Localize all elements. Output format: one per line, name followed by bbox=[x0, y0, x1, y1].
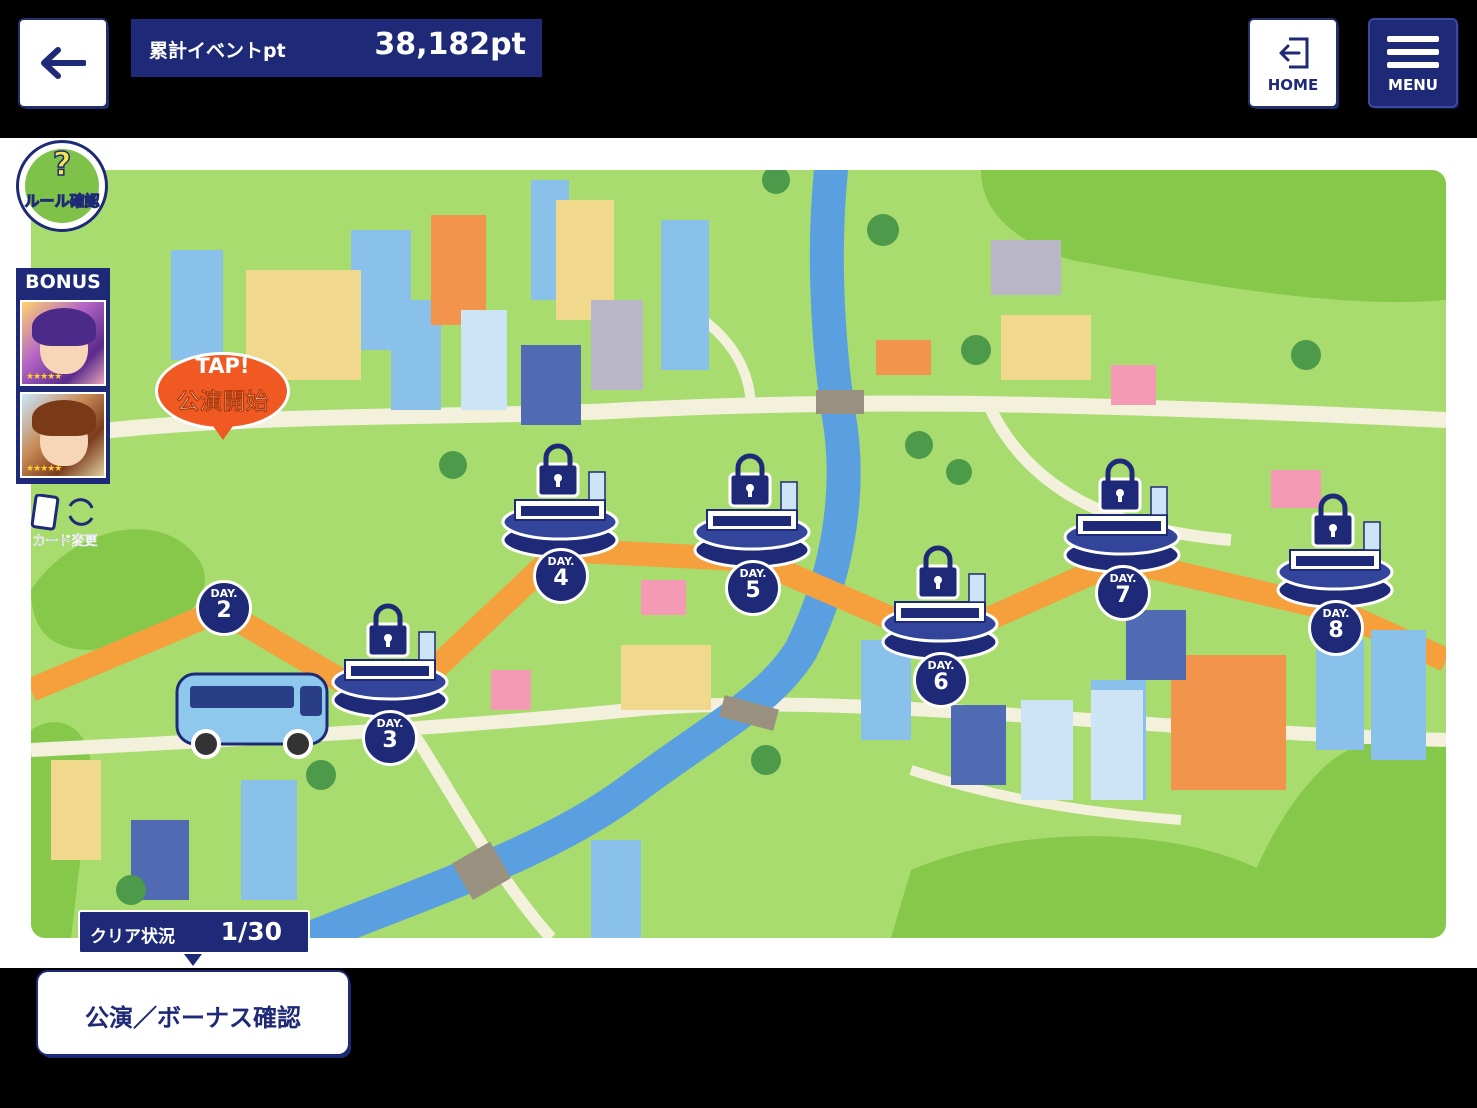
lock-icon bbox=[501, 443, 619, 559]
bonus-panel: BONUS ★★★★★ ★★★★★ bbox=[16, 268, 110, 484]
rarity-stars-icon: ★★★★★ bbox=[26, 372, 62, 382]
clear-status: クリア状況 1/30 bbox=[78, 910, 310, 966]
day-badge-5[interactable]: DAY. 5 bbox=[725, 560, 781, 616]
hamburger-icon bbox=[1387, 36, 1439, 68]
menu-label: MENU bbox=[1388, 76, 1438, 94]
performance-bonus-label: 公演／ボーナス確認 bbox=[85, 1004, 301, 1032]
stage-day-3[interactable] bbox=[331, 603, 449, 720]
stage-day-4[interactable] bbox=[501, 443, 619, 560]
lock-icon bbox=[1276, 493, 1394, 609]
stage-day-8[interactable] bbox=[1276, 493, 1394, 610]
event-points-value: 38,182pt bbox=[374, 27, 526, 62]
lock-icon bbox=[693, 453, 811, 569]
home-exit-icon bbox=[1279, 37, 1309, 69]
card-swap-icon bbox=[30, 494, 94, 531]
rarity-stars-icon: ★★★★★ bbox=[26, 464, 62, 474]
lock-icon bbox=[331, 603, 449, 719]
tour-bus-marker bbox=[174, 670, 332, 760]
stage-day-6[interactable] bbox=[881, 545, 999, 662]
bus-icon bbox=[175, 672, 329, 759]
day-badge-6[interactable]: DAY. 6 bbox=[913, 652, 969, 708]
day-badge-2[interactable]: DAY. 2 bbox=[196, 580, 252, 636]
day-badge-4[interactable]: DAY. 4 bbox=[533, 548, 589, 604]
tap-start-bubble[interactable]: TAP! 公演開始 bbox=[155, 352, 290, 440]
performance-bonus-button[interactable]: 公演／ボーナス確認 bbox=[38, 972, 348, 1054]
event-points-label: 累計イベントpt bbox=[149, 40, 286, 62]
back-arrow-icon bbox=[41, 47, 86, 79]
menu-button[interactable]: MENU bbox=[1370, 20, 1456, 106]
day-badge-3[interactable]: DAY. 3 bbox=[362, 710, 418, 766]
event-map[interactable]: DAY. 2 DAY. 3 DAY. 4 DAY. 5 DAY. 6 DAY. … bbox=[31, 170, 1446, 938]
home-label: HOME bbox=[1267, 76, 1319, 94]
rules-label: ルール確認 bbox=[24, 192, 100, 210]
bonus-card-2[interactable]: ★★★★★ bbox=[20, 392, 106, 478]
rules-button[interactable]: ? ルール確認 bbox=[16, 140, 108, 232]
tap-label: TAP! bbox=[195, 354, 250, 378]
lock-icon bbox=[881, 545, 999, 661]
day-badge-7[interactable]: DAY. 7 bbox=[1095, 565, 1151, 621]
bonus-card-1[interactable]: ★★★★★ bbox=[20, 300, 106, 386]
stage-day-5[interactable] bbox=[693, 453, 811, 570]
clear-status-value: 1/30 bbox=[220, 917, 282, 946]
event-points-panel: 累計イベントpt 38,182pt bbox=[131, 19, 542, 77]
stage-day-7[interactable] bbox=[1063, 458, 1181, 575]
card-change-label: カード変更 bbox=[32, 534, 98, 549]
question-icon: ? bbox=[52, 144, 72, 184]
lock-icon bbox=[1063, 458, 1181, 574]
start-performance-label: 公演開始 bbox=[176, 389, 269, 416]
clear-status-label: クリア状況 bbox=[90, 927, 175, 947]
card-change-button[interactable]: カード変更 bbox=[20, 492, 110, 552]
bonus-label: BONUS bbox=[25, 271, 101, 293]
home-button[interactable]: HOME bbox=[1250, 20, 1336, 106]
back-button[interactable] bbox=[20, 20, 106, 106]
top-bar: 累計イベントpt 38,182pt HOME MENU bbox=[0, 0, 1477, 138]
day-badge-8[interactable]: DAY. 8 bbox=[1308, 600, 1364, 656]
